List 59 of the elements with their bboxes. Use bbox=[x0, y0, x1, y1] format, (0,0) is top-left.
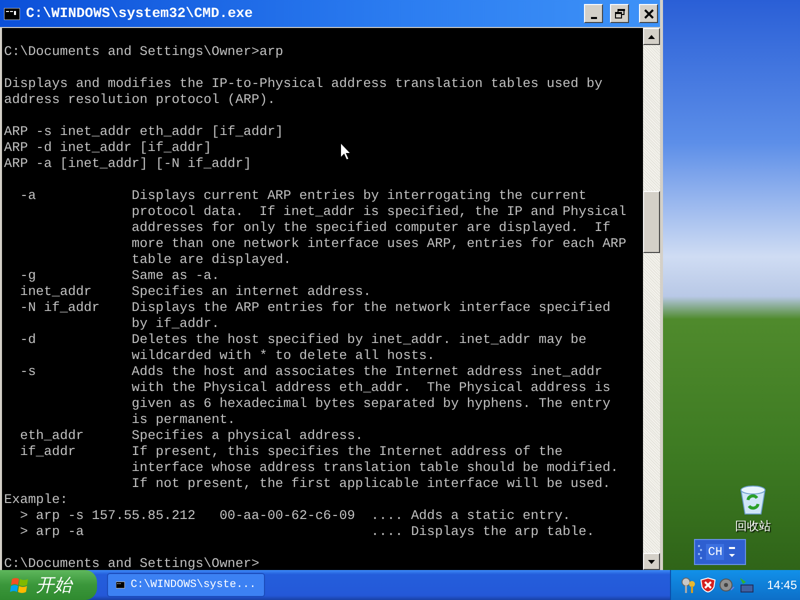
console-line: -d Deletes the host specified by inet_addr. inet_addr may be bbox=[18, 332, 586, 348]
console-line: ARP -a [inet_addr] [-N if_addr] bbox=[4, 156, 252, 172]
mouse-cursor-icon bbox=[340, 142, 352, 161]
console-icon bbox=[4, 8, 20, 20]
up-arrow-icon bbox=[648, 34, 655, 38]
console-line: inet_addr Specifies an internet address. bbox=[18, 284, 372, 300]
language-bar[interactable]: CH bbox=[694, 539, 746, 565]
restore-icon bbox=[614, 8, 624, 18]
start-button[interactable]: 开始 bbox=[0, 570, 97, 600]
desktop-icon-label[interactable]: 回收站 bbox=[735, 518, 771, 535]
console-line: more than one network interface uses ARP, entries for each ARP bbox=[130, 236, 626, 252]
console-line: with the Physical address eth_addr. The Physical address is bbox=[130, 380, 610, 396]
minimize-button[interactable] bbox=[584, 4, 603, 23]
taskbar-button[interactable]: C:\WINDOWS\syste... bbox=[107, 573, 265, 597]
console-line: > arp -s 157.55.85.212 00-aa-00-62-c6-09 .... Adds a static entry. bbox=[18, 508, 571, 524]
restore-button[interactable] bbox=[610, 4, 629, 23]
console-line: address resolution protocol (ARP). bbox=[4, 92, 276, 108]
scrollbar[interactable] bbox=[643, 28, 660, 570]
console-line: is permanent. bbox=[130, 412, 236, 428]
scroll-up-button[interactable] bbox=[643, 28, 660, 45]
console-line: eth_addr Specifies a physical address. bbox=[18, 428, 364, 444]
console-line: C:\Documents and Settings\Owner>arp bbox=[4, 44, 284, 60]
console-line: ARP -s inet_addr eth_addr [if_addr] bbox=[4, 124, 284, 140]
console-line: ARP -d inet_addr [if_addr] bbox=[4, 140, 212, 156]
console-line: Example: bbox=[4, 492, 68, 508]
shield-icon[interactable] bbox=[700, 577, 716, 593]
console-line: by if_addr. bbox=[130, 316, 220, 332]
console-line: If not present, the first applicable interface will be used. bbox=[130, 476, 610, 492]
down-arrow-icon bbox=[648, 560, 655, 564]
console-line: table are displayed. bbox=[130, 252, 292, 268]
console-line: given as 6 hexadecimal bytes separated by hyphens. The entry bbox=[130, 396, 610, 412]
close-icon bbox=[644, 8, 654, 18]
scroll-down-button[interactable] bbox=[643, 553, 660, 570]
console-icon bbox=[116, 579, 125, 591]
language-label[interactable]: CH bbox=[706, 544, 724, 560]
speaker-icon[interactable] bbox=[719, 577, 735, 593]
minimize-icon bbox=[590, 16, 596, 18]
console-line: protocol data. If inet_addr is specified, the IP and Physical bbox=[130, 204, 626, 220]
clock[interactable]: 14:45 bbox=[767, 578, 798, 592]
console-line: -g Same as -a. bbox=[18, 268, 220, 284]
console-line: > arp -a .... Displays the arp table. bbox=[18, 524, 594, 540]
grip-icon bbox=[698, 545, 702, 559]
console-line: C:\Documents and Settings\Owner> bbox=[4, 556, 260, 570]
console-line: if_addr If present, this specifies the Internet address of the bbox=[18, 444, 563, 460]
network-icon[interactable] bbox=[738, 577, 754, 593]
console-line: interface whose address translation table should be modified. bbox=[130, 460, 618, 476]
console-line: -a Displays current ARP entries by interrogating the current bbox=[18, 188, 586, 204]
close-button[interactable] bbox=[639, 4, 658, 23]
console-line: -N if_addr Displays the ARP entries for the network interface specified bbox=[18, 300, 610, 316]
keys-icon[interactable] bbox=[681, 577, 697, 593]
console-line: -s Adds the host and associates the Internet address inet_addr bbox=[18, 364, 602, 380]
windows-logo-icon bbox=[10, 575, 30, 595]
scroll-thumb[interactable] bbox=[643, 191, 660, 253]
console-line: addresses for only the specified computer are displayed. If bbox=[130, 220, 610, 236]
recycle-bin-icon[interactable] bbox=[738, 484, 768, 516]
console-line: wildcarded with * to delete all hosts. bbox=[130, 348, 435, 364]
options-icon[interactable] bbox=[728, 546, 736, 558]
window-title: C:\WINDOWS\system32\CMD.exe bbox=[26, 6, 254, 22]
console-line: Displays and modifies the IP-to-Physical address translation tables used by bbox=[4, 76, 602, 92]
